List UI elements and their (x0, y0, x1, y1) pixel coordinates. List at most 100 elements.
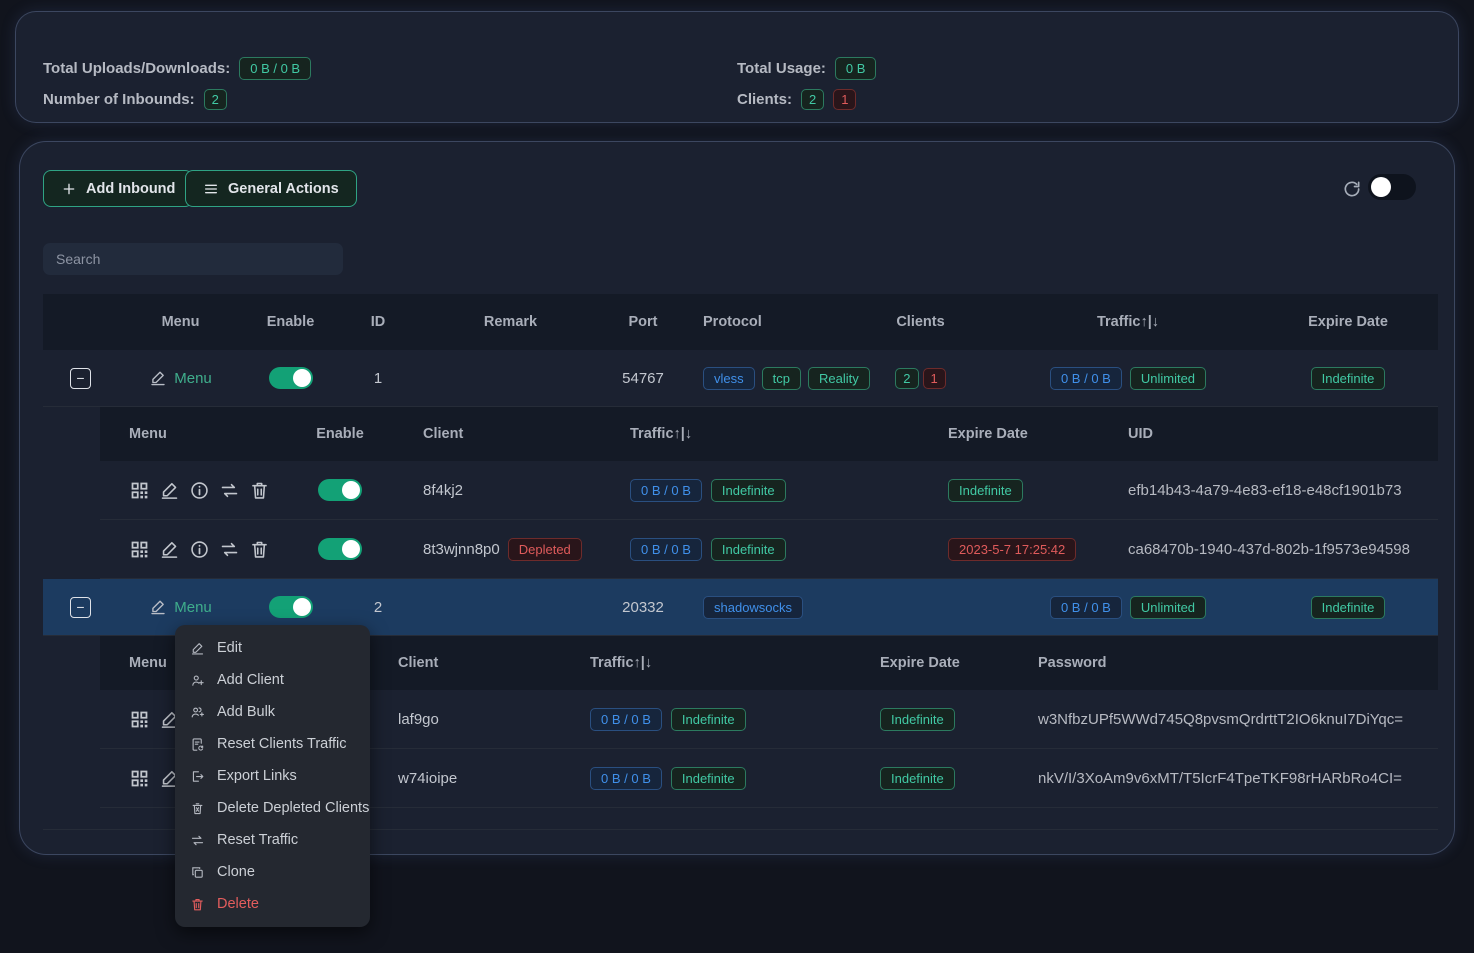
client-password: w3NfbzUPf5WWd745Q8pvsmQrdrttT2IO6knuI7Di… (1020, 711, 1438, 728)
header-enable: Enable (243, 314, 338, 330)
info-icon[interactable] (189, 539, 210, 560)
expire-badge: Indefinite (1311, 596, 1386, 619)
inbound-traffic: 0 B / 0 B Unlimited (998, 367, 1258, 390)
sub-header-client: Client (390, 426, 600, 442)
client-password: nkV/I/3XoAm9v6xMT/T5IcrF4TpeTKF98rHARbRo… (1020, 770, 1438, 787)
inbound-menu-button[interactable]: Menu (149, 598, 212, 616)
menu-item-clone[interactable]: Clone (175, 856, 370, 888)
plus-icon (61, 181, 77, 197)
client-traffic: 0 B / 0 B Indefinite (560, 708, 850, 731)
edit-pencil-icon[interactable] (159, 539, 180, 560)
quota-badge: Indefinite (711, 538, 786, 561)
client-uid: ca68470b-1940-437d-802b-1f9573e94598 (1110, 541, 1438, 558)
menu-item-label: Edit (217, 640, 242, 656)
client-actions (100, 480, 290, 501)
search-input[interactable] (43, 243, 343, 275)
info-icon[interactable] (189, 480, 210, 501)
edit-pencil-icon[interactable] (159, 480, 180, 501)
header-expire-date: Expire Date (1258, 314, 1438, 330)
menu-item-reset-traffic[interactable]: Reset Traffic (175, 824, 370, 856)
stat-clients-depleted: 1 (833, 89, 856, 110)
qrcode-icon[interactable] (129, 480, 150, 501)
add-inbound-label: Add Inbound (86, 181, 175, 197)
refresh-icon[interactable] (1342, 179, 1362, 199)
quota-badge: Unlimited (1130, 367, 1206, 390)
sub-header-traffic[interactable]: Traffic↑|↓ (560, 655, 850, 671)
header-traffic[interactable]: Traffic↑|↓ (998, 314, 1258, 330)
stat-number-inbounds-label: Number of Inbounds: (43, 91, 195, 108)
trash-icon[interactable] (249, 480, 270, 501)
client-expire: Indefinite (850, 708, 1020, 731)
general-actions-label: General Actions (228, 181, 339, 197)
menu-item-edit[interactable]: Edit (175, 632, 370, 664)
client-name: 8f4kj2 (390, 482, 600, 499)
sub-header-password: Password (1020, 655, 1438, 671)
quota-badge: Indefinite (711, 479, 786, 502)
inbound-protocols: vless tcp Reality (683, 367, 843, 390)
file-sync-icon (190, 737, 205, 752)
add-inbound-button[interactable]: Add Inbound (43, 170, 193, 207)
sub-header-enable: Enable (290, 426, 390, 442)
user-add-icon (190, 673, 205, 688)
inbound-expire: Indefinite (1258, 367, 1438, 390)
menu-item-delete[interactable]: Delete (175, 888, 370, 920)
protocol-tag: vless (703, 367, 755, 390)
client-name: laf9go (365, 711, 560, 728)
sub-header-traffic[interactable]: Traffic↑|↓ (600, 426, 910, 442)
general-actions-button[interactable]: General Actions (185, 170, 357, 207)
expire-badge: Indefinite (1311, 367, 1386, 390)
expire-badge: Indefinite (880, 708, 955, 731)
inbound-port: 54767 (603, 370, 683, 387)
qrcode-icon[interactable] (129, 768, 150, 789)
header-protocol: Protocol (683, 314, 843, 330)
header-menu: Menu (118, 314, 243, 330)
usergroup-add-icon (190, 705, 205, 720)
qrcode-icon[interactable] (129, 539, 150, 560)
collapse-row-button[interactable]: − (70, 368, 91, 389)
inbound-context-menu: Edit Add Client Add Bulk Reset Clients T… (175, 625, 370, 927)
menu-item-label: Delete Depleted Clients (217, 800, 369, 816)
header-remark: Remark (418, 314, 603, 330)
menu-item-reset-clients-traffic[interactable]: Reset Clients Traffic (175, 728, 370, 760)
table-header-row: Menu Enable ID Remark Port Protocol Clie… (43, 294, 1438, 350)
client-name: 8t3wjnn8p0 (423, 541, 500, 558)
menu-item-add-bulk[interactable]: Add Bulk (175, 696, 370, 728)
stat-total-uploads-label: Total Uploads/Downloads: (43, 60, 230, 77)
reset-traffic-icon[interactable] (219, 480, 240, 501)
collapse-row-button[interactable]: − (70, 597, 91, 618)
client-expire: Indefinite (910, 479, 1110, 502)
menu-item-label: Add Bulk (217, 704, 275, 720)
client-row: 8t3wjnn8p0 Depleted 0 B / 0 B Indefinite… (100, 520, 1438, 579)
expire-badge: Indefinite (948, 479, 1023, 502)
inbound-traffic: 0 B / 0 B Unlimited (998, 596, 1258, 619)
enable-toggle[interactable] (269, 367, 313, 389)
subtable1-header-row: Menu Enable Client Traffic↑|↓ Expire Dat… (100, 407, 1438, 461)
inbound-id: 2 (338, 599, 418, 616)
client-expire: Indefinite (850, 767, 1020, 790)
auto-refresh-toggle[interactable] (1368, 174, 1416, 200)
menu-item-export-links[interactable]: Export Links (175, 760, 370, 792)
client-enable-toggle[interactable] (318, 538, 362, 560)
inbound-row-1: − Menu 1 54767 vless tcp Reality 2 1 0 (43, 350, 1438, 407)
client-row: 8f4kj2 0 B / 0 B Indefinite Indefinite e… (100, 461, 1438, 520)
trash-icon[interactable] (249, 539, 270, 560)
menu-item-add-client[interactable]: Add Client (175, 664, 370, 696)
qrcode-icon[interactable] (129, 709, 150, 730)
inbound-protocols: shadowsocks (683, 596, 843, 619)
reset-traffic-icon[interactable] (219, 539, 240, 560)
client-traffic: 0 B / 0 B Indefinite (600, 479, 910, 502)
clients-depleted-badge: 1 (923, 368, 946, 389)
client-enable-toggle[interactable] (318, 479, 362, 501)
enable-toggle[interactable] (269, 596, 313, 618)
stat-number-inbounds-value: 2 (204, 89, 227, 110)
client-traffic: 0 B / 0 B Indefinite (560, 767, 850, 790)
sub-header-expire: Expire Date (850, 655, 1020, 671)
header-id: ID (338, 314, 418, 330)
menu-item-label: Export Links (217, 768, 297, 784)
traffic-badge: 0 B / 0 B (1050, 596, 1122, 619)
client-actions (100, 539, 290, 560)
stats-card: Total Uploads/Downloads: 0 B / 0 B Numbe… (16, 12, 1458, 122)
menu-item-delete-depleted-clients[interactable]: Delete Depleted Clients (175, 792, 370, 824)
client-name: w74ioipe (365, 770, 560, 787)
inbound-menu-button[interactable]: Menu (149, 369, 212, 387)
